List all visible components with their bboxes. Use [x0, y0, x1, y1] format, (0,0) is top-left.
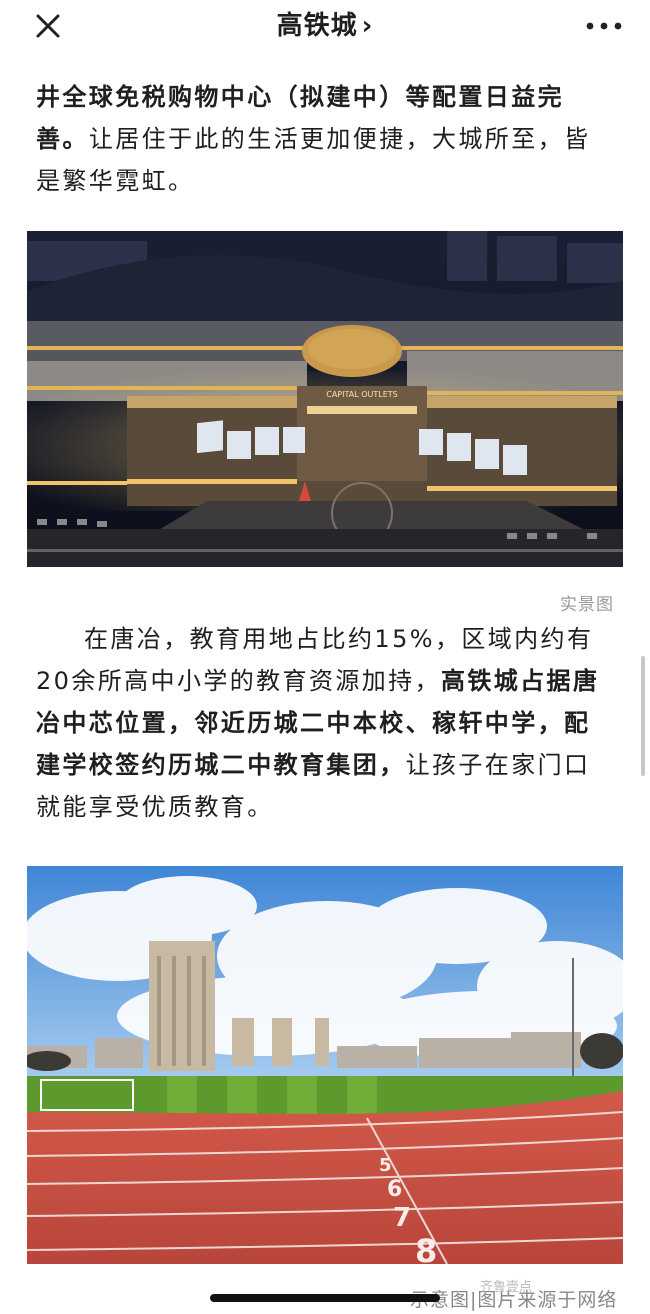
lane-number-5: 5 — [379, 1155, 392, 1176]
more-options-button[interactable] — [584, 12, 624, 40]
chevron-right-icon: › — [361, 11, 374, 41]
top-nav-bar: 高铁城 › — [0, 0, 650, 52]
paragraph-lifestyle: 井全球免税购物中心（拟建中）等配置日益完善。让居住于此的生活更加便捷，大城所至，… — [36, 76, 614, 202]
lane-number-6: 6 — [387, 1177, 402, 1202]
page-title: 高铁城 — [276, 11, 358, 41]
photo1-caption: 实景图 — [560, 595, 614, 615]
more-dots-icon — [586, 22, 622, 30]
mall-sign-text: CAPITAL OUTLETS — [326, 390, 398, 399]
home-indicator[interactable] — [210, 1294, 440, 1302]
paragraph-lifestyle-text: 让居住于此的生活更加便捷，大城所至，皆是繁华霓虹。 — [36, 125, 591, 195]
school-field-photo[interactable]: 5 6 7 8 — [27, 866, 623, 1264]
lane-number-7: 7 — [393, 1203, 411, 1233]
mall-night-image: CAPITAL OUTLETS — [27, 231, 623, 567]
account-title-link[interactable]: 高铁城 › — [0, 6, 650, 46]
mall-night-photo[interactable]: CAPITAL OUTLETS — [27, 231, 623, 567]
paragraph-education: 在唐冶，教育用地占比约15%，区域内约有20余所高中小学的教育资源加持，高铁城占… — [36, 618, 614, 828]
scrollbar[interactable] — [641, 656, 645, 776]
school-field-image: 5 6 7 8 — [27, 866, 623, 1264]
watermark: 齐鲁壹点 — [480, 1280, 533, 1295]
lane-number-8: 8 — [415, 1232, 437, 1264]
